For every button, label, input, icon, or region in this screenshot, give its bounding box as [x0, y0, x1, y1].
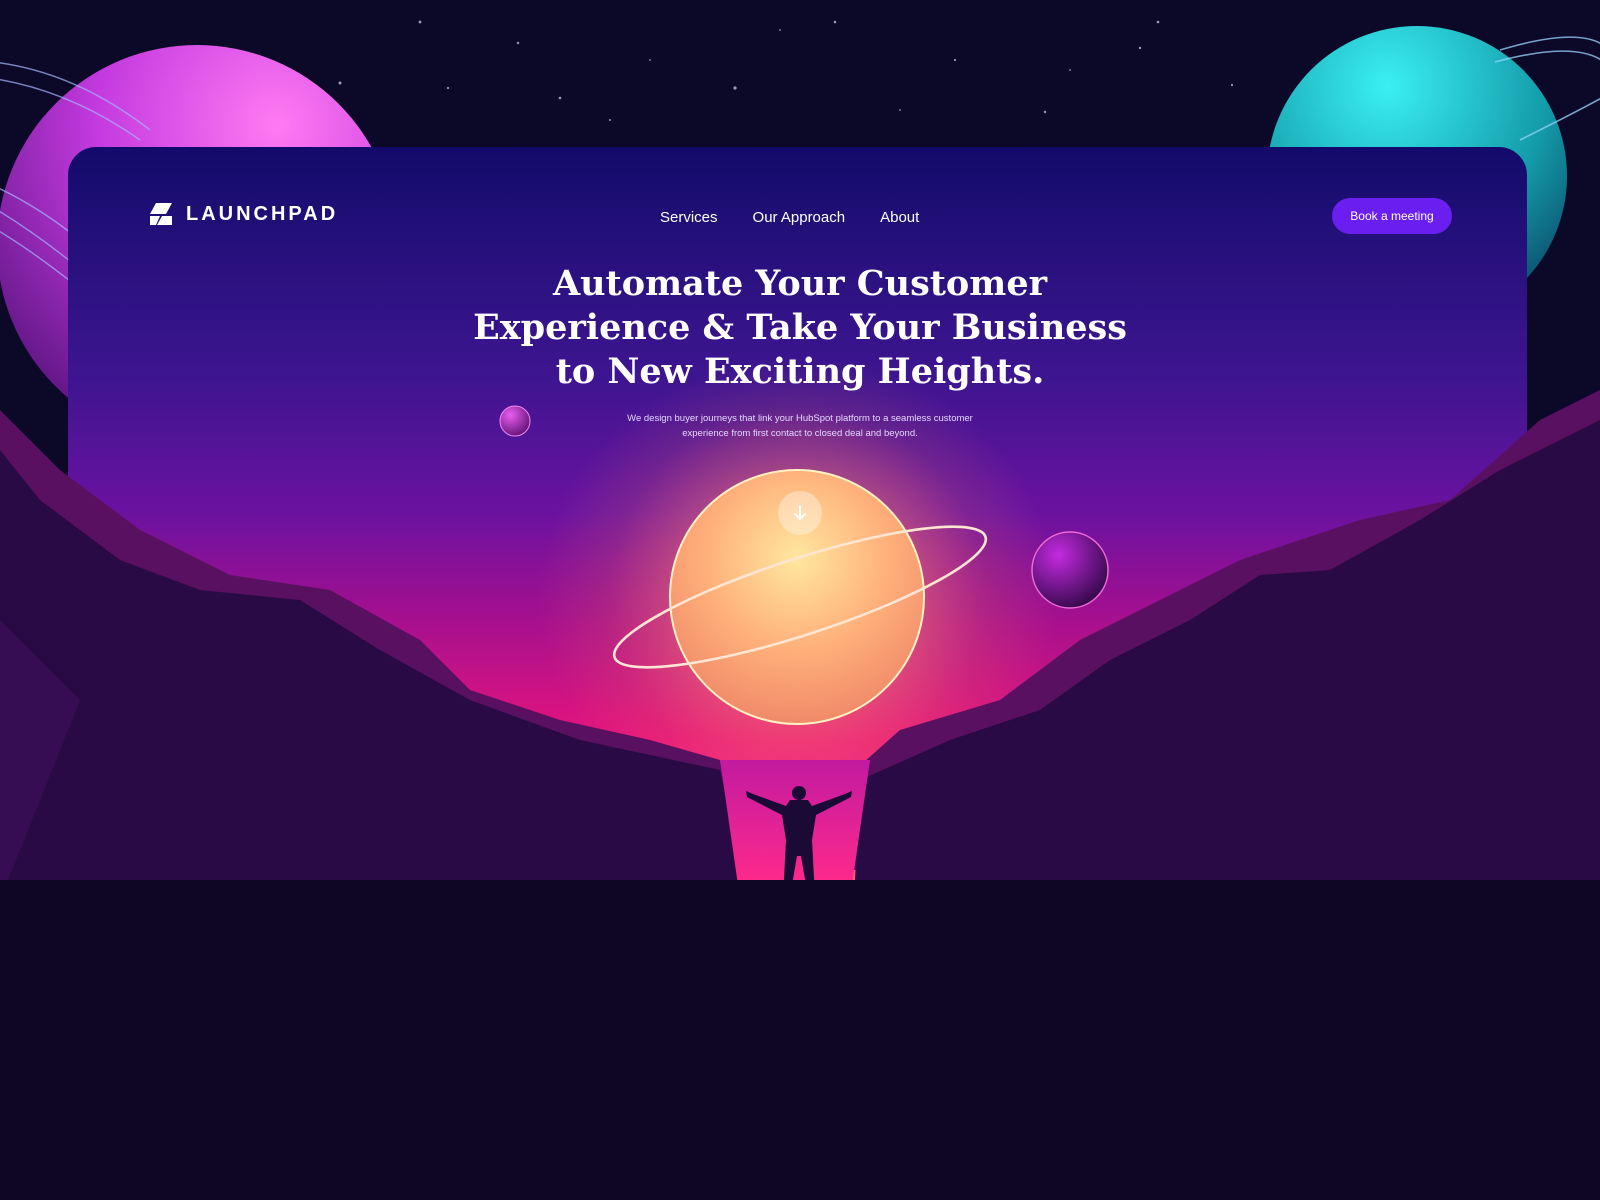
- brand-name: LAUNCHPAD: [186, 202, 339, 225]
- small-planet-left: [499, 405, 531, 437]
- ground: [0, 880, 1600, 1200]
- nav-link-our-approach[interactable]: Our Approach: [753, 209, 846, 226]
- scroll-down-button[interactable]: [778, 491, 822, 535]
- hero-subtitle-line-1: We design buyer journeys that link your …: [627, 413, 973, 424]
- nav-link-services[interactable]: Services: [660, 209, 718, 226]
- hero-title: Automate Your Customer Experience & Take…: [450, 262, 1150, 394]
- hero-title-line-2: Experience & Take Your Business: [473, 307, 1127, 348]
- hero-subtitle-line-2: experience from first contact to closed …: [682, 428, 918, 439]
- brand-logo[interactable]: LAUNCHPAD: [148, 201, 338, 227]
- nav-links: Services Our Approach About: [660, 209, 919, 226]
- top-navigation: LAUNCHPAD Services Our Approach About Bo…: [68, 147, 1527, 267]
- nav-link-about[interactable]: About: [880, 209, 919, 226]
- hero-title-line-3: to New Exciting Heights.: [555, 351, 1045, 392]
- hero-title-line-1: Automate Your Customer: [552, 263, 1048, 304]
- small-planet-right: [1031, 531, 1109, 609]
- arrow-down-icon: [794, 505, 806, 520]
- book-meeting-button[interactable]: Book a meeting: [1332, 198, 1452, 234]
- hero-subtitle: We design buyer journeys that link your …: [600, 411, 1000, 441]
- launchpad-logo-icon: [150, 203, 172, 225]
